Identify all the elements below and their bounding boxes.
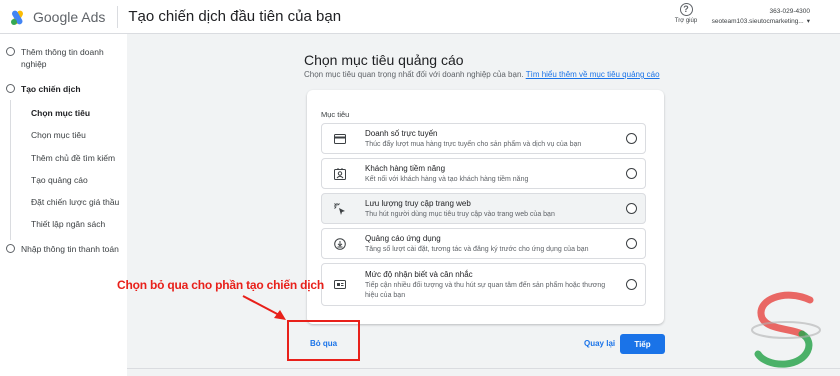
annotation-highlight-box <box>287 320 360 361</box>
goal-option-online-sales[interactable]: Doanh số trực tuyến Thúc đẩy lượt mua hà… <box>321 123 646 154</box>
sidebar-step-label: Tạo chiến dịch <box>21 84 81 94</box>
account-switcher[interactable]: 363-029-4300 seoteam103.sieutocmarketing… <box>712 7 810 27</box>
goal-option-app-promotion[interactable]: Quảng cáo ứng dụng Tăng số lượt cài đặt,… <box>321 228 646 259</box>
goal-option-leads[interactable]: Khách hàng tiềm năng Kết nối với khách h… <box>321 158 646 189</box>
header-divider <box>117 5 119 28</box>
sidebar-step-billing[interactable]: Nhập thông tin thanh toán <box>6 243 119 255</box>
cursor-click-icon <box>334 203 345 215</box>
sidebar-step-business-info[interactable]: Thêm thông tin doanh nghiệp <box>6 46 116 70</box>
goal-title: Khách hàng tiềm năng <box>365 164 446 173</box>
help-label: Trợ giúp <box>674 18 698 24</box>
learn-more-link[interactable]: Tìm hiểu thêm về mục tiêu quảng cáo <box>526 70 660 79</box>
goal-title: Quảng cáo ứng dụng <box>365 234 441 243</box>
progress-sidebar: Thêm thông tin doanh nghiệp Tạo chiến dị… <box>0 34 127 376</box>
goal-description: Thu hút người dùng mục tiêu truy cập vào… <box>365 211 555 218</box>
back-button[interactable]: Quay lại <box>584 339 615 348</box>
goal-title: Lưu lượng truy cập trang web <box>365 199 471 208</box>
goal-radio[interactable] <box>626 133 637 144</box>
goal-title: Doanh số trực tuyến <box>365 129 438 138</box>
sidebar-substep-search-themes[interactable]: Thêm chủ đề tìm kiếm <box>31 153 115 163</box>
subtitle-text: Chọn mục tiêu quan trọng nhất đối với do… <box>304 70 524 79</box>
goal-description: Tiếp cận nhiều đối tượng và thu hút sự q… <box>365 282 606 299</box>
annotation-text: Chọn bỏ qua cho phần tạo chiến dịch <box>117 278 324 292</box>
step-circle-icon <box>6 84 15 93</box>
sidebar-substep-goal[interactable]: Chọn mục tiêu <box>31 130 86 140</box>
help-button[interactable]: ? Trợ giúp <box>672 3 700 24</box>
goal-title: Mức độ nhận biết và cân nhắc <box>365 270 473 279</box>
sidebar-step-label: Nhập thông tin thanh toán <box>21 244 119 254</box>
step-circle-icon <box>6 47 15 56</box>
next-button[interactable]: Tiếp <box>620 334 665 354</box>
sidebar-substep-create-ad[interactable]: Tạo quảng cáo <box>31 175 88 185</box>
goal-description: Thúc đẩy lượt mua hàng trực tuyến cho sả… <box>365 141 582 148</box>
main-content: Chọn mục tiêu quảng cáo Chọn mục tiêu qu… <box>127 34 840 376</box>
goal-radio[interactable] <box>626 238 637 249</box>
sidebar-step-label: Thêm thông tin doanh nghiệp <box>21 47 104 69</box>
goal-selection-card: Mục tiêu Doanh số trực tuyến Thúc đẩy lư… <box>307 90 664 324</box>
contact-card-icon <box>334 168 346 180</box>
footer-divider <box>127 368 840 369</box>
download-icon <box>334 238 346 250</box>
goal-option-website-traffic[interactable]: Lưu lượng truy cập trang web Thu hút ngư… <box>321 193 646 224</box>
account-email: seoteam103.sieutocmarketing... <box>711 18 804 25</box>
logo-text: Google Ads <box>33 8 106 25</box>
chevron-down-icon: ▾ <box>806 18 810 25</box>
page-header-title: Tạo chiến dịch đầu tiên của bạn <box>128 8 342 25</box>
goal-radio[interactable] <box>626 203 637 214</box>
sidebar-substep-budget[interactable]: Thiết lập ngân sách <box>31 219 105 229</box>
google-ads-logo[interactable]: Google Ads <box>10 9 105 25</box>
account-id: 363-029-4300 <box>769 8 810 15</box>
goal-option-awareness[interactable]: Mức độ nhận biết và cân nhắc Tiếp cận nh… <box>321 263 646 306</box>
google-ads-logo-icon <box>10 9 28 25</box>
help-icon: ? <box>679 3 693 16</box>
step-connector-line <box>10 100 11 240</box>
goal-radio[interactable] <box>626 279 637 290</box>
sidebar-substep-bidding[interactable]: Đặt chiến lược giá thầu <box>31 197 119 207</box>
watermark-logo-icon <box>751 291 821 368</box>
credit-card-icon <box>334 134 346 144</box>
sidebar-substep-goal-active[interactable]: Chọn mục tiêu <box>31 108 90 118</box>
page-title: Chọn mục tiêu quảng cáo <box>304 52 464 68</box>
goal-radio[interactable] <box>626 168 637 179</box>
page-subtitle: Chọn mục tiêu quan trọng nhất đối với do… <box>304 70 660 79</box>
screen-icon <box>334 280 346 289</box>
goal-description: Tăng số lượt cài đặt, tương tác và đăng … <box>365 246 589 253</box>
sidebar-step-create-campaign[interactable]: Tạo chiến dịch <box>6 83 81 95</box>
goal-section-label: Mục tiêu <box>321 110 350 119</box>
goal-description: Kết nối với khách hàng và tạo khách hàng… <box>365 176 529 183</box>
top-header: Google Ads Tạo chiến dịch đầu tiên của b… <box>0 0 840 34</box>
step-circle-icon <box>6 244 15 253</box>
